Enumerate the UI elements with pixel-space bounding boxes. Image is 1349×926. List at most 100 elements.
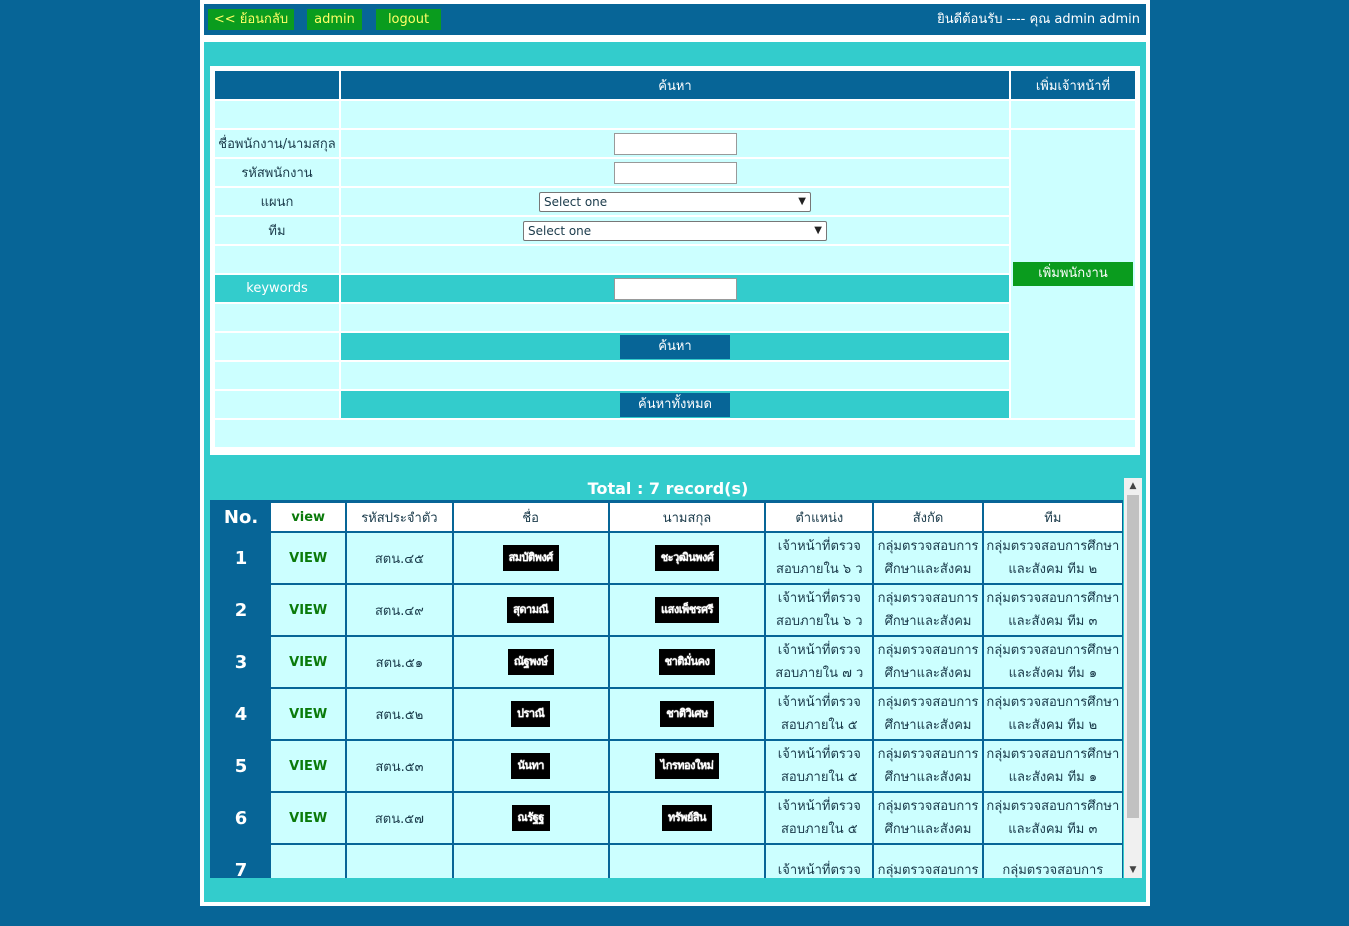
scrollbar-thumb[interactable] [1127, 495, 1139, 818]
view-link[interactable]: VIEW [271, 793, 346, 843]
last-name-image: ทรัพย์สิน [661, 805, 713, 831]
add-employee-cell: เพิ่มพนักงาน [1011, 130, 1135, 418]
spacer-cell [215, 101, 339, 128]
position-cell: เจ้าหน้าที่ตรวจ สอบภายใน ๕ [766, 793, 873, 843]
last-name-cell: ชะวุฒินพงศ์ [609, 533, 765, 583]
position-line-1: เจ้าหน้าที่ตรวจ [777, 747, 861, 762]
first-name-cell [453, 845, 608, 878]
position-line-2: สอบภายใน ๕ [780, 822, 858, 837]
spacer-cell [215, 391, 339, 418]
team-select[interactable]: Select one ▼ [523, 220, 827, 241]
column-header-no: No. [213, 503, 270, 531]
affiliation-line-1: กลุ่มตรวจสอบการ [877, 862, 979, 878]
view-link[interactable]: VIEW [271, 637, 346, 687]
search-table: ค้นหา เพิ่มเจ้าหน้าที่ ชื่อพนักงาน/นามสก… [213, 69, 1137, 449]
affiliation-cell: กลุ่มตรวจสอบการ [874, 845, 982, 878]
keywords-label: keywords [215, 275, 339, 302]
employee-code [347, 845, 452, 878]
affiliation-line-2: ศึกษาและสังคม [884, 822, 972, 837]
last-name-cell: ชาติมั่นคง [609, 637, 765, 687]
affiliation-cell: กลุ่มตรวจสอบการศึกษาและสังคม [874, 741, 982, 791]
row-number: 3 [213, 637, 270, 687]
spacer-cell [341, 304, 1009, 331]
first-name-image: ณัฐพงษ์ [507, 649, 554, 675]
affiliation-line-2: ศึกษาและสังคม [884, 770, 972, 785]
results-body: 1 VIEW สตน.๔๕ สมบัติพงศ์ ชะวุฒินพงศ์ เจ้… [213, 533, 1122, 878]
results-scrollbar[interactable]: ▲ ▼ [1124, 478, 1142, 878]
position-line-1: เจ้าหน้าที่ตรวจ [777, 695, 861, 710]
team-line-1: กลุ่มตรวจสอบการศึกษา [986, 799, 1120, 814]
position-line-2: สอบภายใน ๖ ว [776, 614, 863, 629]
position-line-1: เจ้าหน้าที่ตรวจ [777, 539, 861, 554]
column-header-affiliation: สังกัด [874, 503, 982, 531]
affiliation-line-1: กลุ่มตรวจสอบการ [877, 799, 979, 814]
team-cell: กลุ่มตรวจสอบการศึกษา และสังคม ทีม ๒ [983, 689, 1122, 739]
team-line-1: กลุ่มตรวจสอบการ [1002, 862, 1104, 878]
last-name-cell: ชาติวิเศษ [609, 689, 765, 739]
team-line-2: และสังคม ทีม ๓ [1008, 822, 1098, 837]
back-button[interactable]: << ย้อนกลับ [208, 9, 294, 30]
welcome-text: ยินดีต้อนรับ ---- คุณ admin admin [937, 12, 1140, 27]
chevron-up-icon[interactable]: ▲ [1124, 478, 1142, 494]
affiliation-line-1: กลุ่มตรวจสอบการ [877, 747, 979, 762]
department-select[interactable]: Select one ▼ [539, 191, 811, 212]
name-input[interactable] [613, 132, 737, 155]
table-row: 1 VIEW สตน.๔๕ สมบัติพงศ์ ชะวุฒินพงศ์ เจ้… [213, 533, 1122, 583]
keywords-input[interactable] [613, 277, 737, 300]
last-name-image: ไกรทองใหม่ [654, 753, 720, 779]
team-cell: กลุ่มตรวจสอบการศึกษา และสังคม ทีม ๑ [983, 637, 1122, 687]
admin-button[interactable]: admin [307, 9, 362, 30]
chevron-down-icon[interactable]: ▼ [1124, 862, 1142, 878]
team-line-1: กลุ่มตรวจสอบการศึกษา [986, 539, 1120, 554]
affiliation-line-1: กลุ่มตรวจสอบการ [877, 695, 979, 710]
first-name-cell: สุดามณี [453, 585, 608, 635]
view-link[interactable]: VIEW [271, 533, 346, 583]
add-employee-button[interactable]: เพิ่มพนักงาน [1013, 262, 1133, 286]
position-cell: เจ้าหน้าที่ตรวจ สอบภายใน ๗ ว [766, 637, 873, 687]
affiliation-line-2: ศึกษาและสังคม [884, 614, 972, 629]
first-name-image: ณรัฐฐ [511, 805, 550, 831]
last-name-image: ชาติมั่นคง [658, 649, 716, 675]
employee-code: สตน.๕๒ [347, 689, 452, 739]
row-number: 6 [213, 793, 270, 843]
employee-id-input[interactable] [613, 161, 737, 184]
employee-code: สตน.๔๙ [347, 585, 452, 635]
position-line-1: เจ้าหน้าที่ตรวจ [777, 591, 861, 606]
position-cell: เจ้าหน้าที่ตรวจสอบภายใน ๖ ว [766, 533, 873, 583]
position-line-2: สอบภายใน ๖ ว [776, 562, 863, 577]
spacer-cell [215, 362, 339, 389]
first-name-image: นันทา [511, 753, 550, 779]
table-row: 7 เจ้าหน้าที่ตรวจ กลุ่มตรวจสอบการ กลุ่มต… [213, 845, 1122, 878]
first-name-cell: ณรัฐฐ [453, 793, 608, 843]
results-table: No. view รหัสประจำตัว ชื่อ นามสกุล ตำแหน… [211, 501, 1123, 878]
view-link[interactable]: VIEW [271, 585, 346, 635]
spacer-cell [215, 246, 339, 273]
first-name-image: สุดามณี [507, 597, 555, 623]
row-number: 4 [213, 689, 270, 739]
add-staff-header: เพิ่มเจ้าหน้าที่ [1011, 71, 1135, 99]
team-cell: กลุ่มตรวจสอบการ [983, 845, 1122, 878]
view-link[interactable] [271, 845, 346, 878]
total-records: Total : 7 record(s) [587, 479, 749, 498]
employee-code: สตน.๕๓ [347, 741, 452, 791]
first-name-image: ปราณี [511, 701, 551, 727]
last-name-image: ชาติวิเศษ [660, 701, 714, 727]
view-link[interactable]: VIEW [271, 689, 346, 739]
position-line-2: สอบภายใน ๕ [780, 718, 858, 733]
table-row: 4 VIEW สตน.๕๒ ปราณี ชาติวิเศษ เจ้าหน้าที… [213, 689, 1122, 739]
search-all-button[interactable]: ค้นหาทั้งหมด [620, 392, 730, 417]
affiliation-line-1: กลุ่มตรวจสอบการ [877, 643, 979, 658]
logout-button[interactable]: logout [376, 9, 441, 30]
position-line-1: เจ้าหน้าที่ตรวจ [777, 643, 861, 658]
column-header-position: ตำแหน่ง [766, 503, 873, 531]
position-line-2: สอบภายใน ๕ [780, 770, 858, 785]
search-box: ค้นหา เพิ่มเจ้าหน้าที่ ชื่อพนักงาน/นามสก… [210, 66, 1140, 455]
view-link[interactable]: VIEW [271, 741, 346, 791]
team-label: ทีม [215, 217, 339, 244]
last-name-cell: ทรัพย์สิน [609, 793, 765, 843]
last-name-cell: ไกรทองใหม่ [609, 741, 765, 791]
page-frame: << ย้อนกลับ admin logout ยินดีต้อนรับ --… [200, 0, 1150, 906]
row-number: 5 [213, 741, 270, 791]
search-button[interactable]: ค้นหา [620, 334, 730, 359]
affiliation-line-1: กลุ่มตรวจสอบการ [877, 591, 979, 606]
